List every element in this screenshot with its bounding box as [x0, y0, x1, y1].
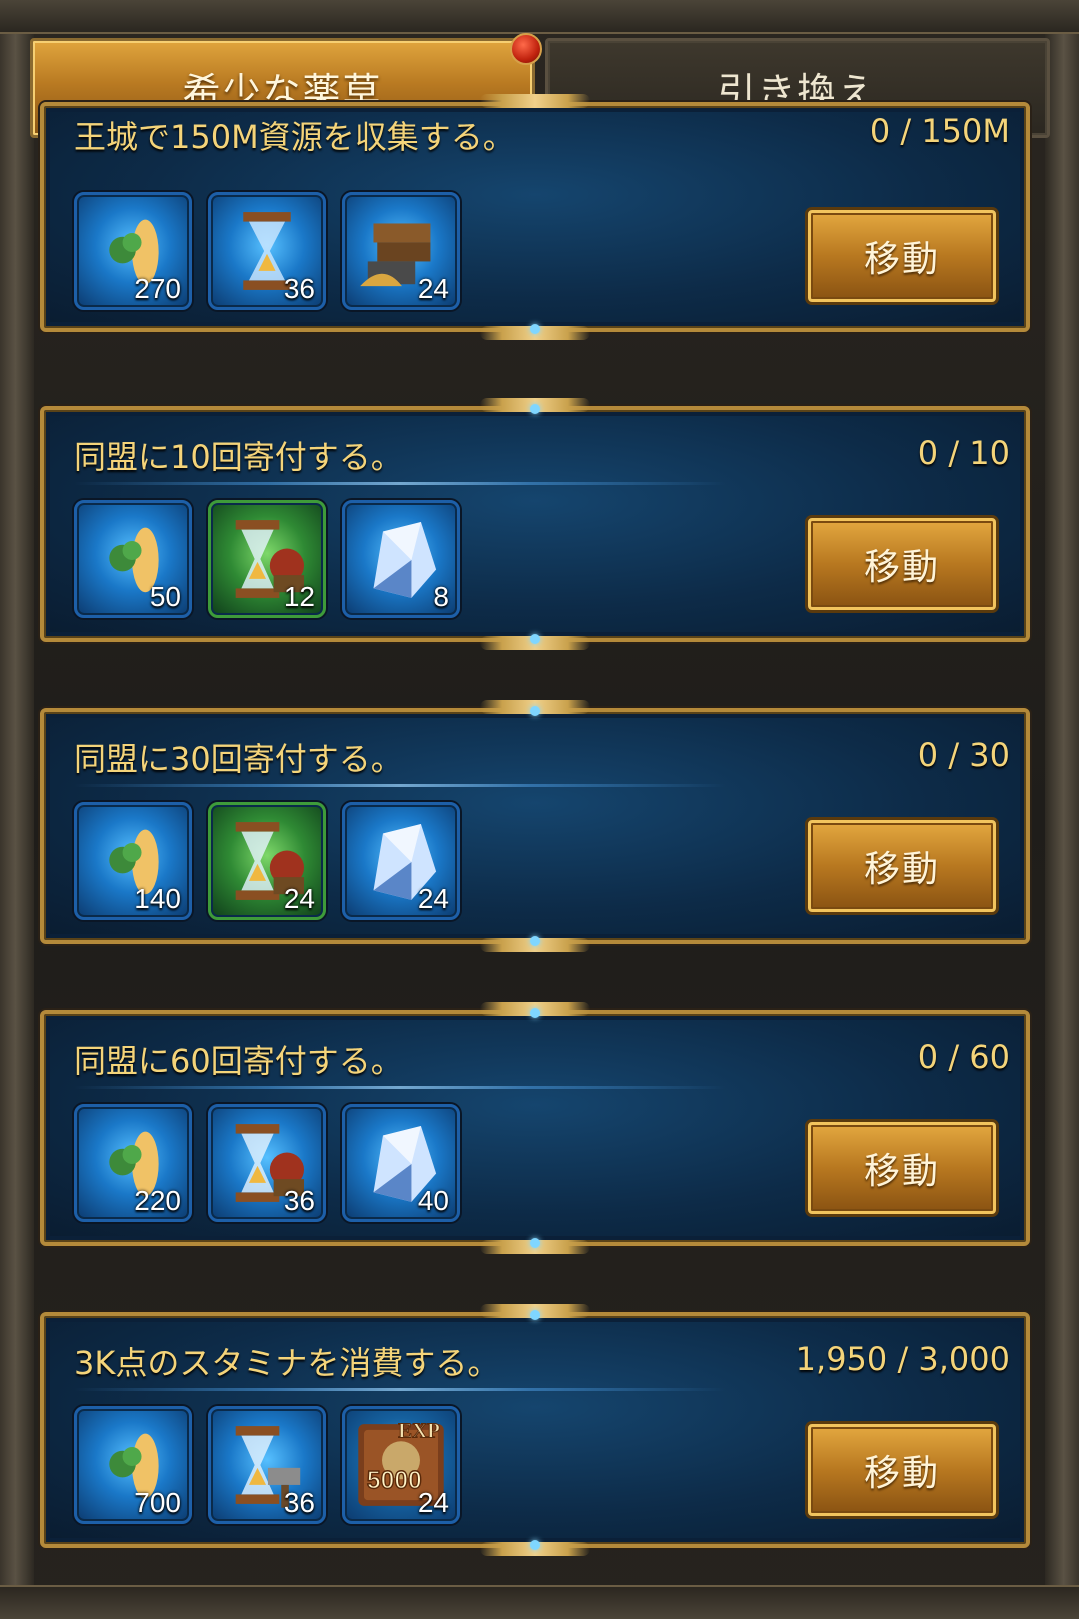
task-progress: 0 / 10 [917, 434, 1010, 472]
reward-item[interactable]: 220 [74, 1104, 192, 1222]
top-ornament [0, 0, 1079, 34]
reward-count: 24 [417, 1487, 449, 1518]
reward-count: 220 [134, 1185, 181, 1216]
move-button[interactable]: 移動 [808, 210, 996, 302]
reward-count: 8 [433, 581, 449, 612]
reward-list: 220 36 40 [74, 1104, 460, 1222]
task-title: 同盟に60回寄付する。 [74, 1042, 403, 1080]
reward-count: 50 [149, 581, 181, 612]
reward-count: 24 [417, 273, 449, 304]
reward-item[interactable]: 36 [208, 1406, 326, 1524]
task-card: 同盟に10回寄付する。 0 / 10 50 12 8 移動 [40, 398, 1030, 650]
card-gem [530, 1238, 540, 1248]
title-divider [74, 1086, 726, 1089]
reward-item[interactable]: 24 [342, 802, 460, 920]
bottom-ornament [0, 1585, 1079, 1619]
title-divider [74, 1388, 726, 1391]
reward-count: 36 [283, 1487, 315, 1518]
exp-label: EXP [398, 1418, 440, 1442]
task-progress: 0 / 150M [869, 112, 1010, 150]
reward-item[interactable]: 700 [74, 1406, 192, 1524]
reward-count: 36 [283, 1185, 315, 1216]
reward-item[interactable]: 50 [74, 500, 192, 618]
task-progress: 1,950 / 3,000 [795, 1340, 1010, 1378]
card-gem [530, 1540, 540, 1550]
task-title: 同盟に30回寄付する。 [74, 740, 403, 778]
reward-item[interactable]: 36 [208, 192, 326, 310]
reward-item[interactable]: 8 [342, 500, 460, 618]
notification-badge [510, 33, 542, 65]
reward-count: 700 [134, 1487, 181, 1518]
reward-list: 50 12 8 [74, 500, 460, 618]
right-frame [1045, 0, 1079, 1619]
left-frame [0, 0, 34, 1619]
reward-item[interactable]: EXP 5000 24 [342, 1406, 460, 1524]
reward-count: 24 [417, 883, 449, 914]
task-card: 同盟に30回寄付する。 0 / 30 140 24 24 移動 [40, 700, 1030, 952]
reward-item[interactable]: 24 [342, 192, 460, 310]
reward-item[interactable]: 36 [208, 1104, 326, 1222]
reward-item[interactable]: 24 [208, 802, 326, 920]
title-divider [74, 482, 726, 485]
move-button[interactable]: 移動 [808, 1424, 996, 1516]
task-progress: 0 / 30 [917, 736, 1010, 774]
task-card: 同盟に60回寄付する。 0 / 60 220 36 40 移動 [40, 1002, 1030, 1254]
title-divider [74, 784, 726, 787]
reward-item[interactable]: 40 [342, 1104, 460, 1222]
reward-count: 12 [283, 581, 315, 612]
move-button[interactable]: 移動 [808, 820, 996, 912]
reward-count: 36 [283, 273, 315, 304]
reward-item[interactable]: 270 [74, 192, 192, 310]
task-title: 3K点のスタミナを消費する。 [74, 1344, 500, 1382]
exp-value: 5000 [367, 1468, 422, 1495]
task-title: 同盟に10回寄付する。 [74, 438, 403, 476]
reward-item[interactable]: 12 [208, 500, 326, 618]
card-gem [530, 706, 540, 716]
reward-list: 270 36 24 [74, 192, 460, 310]
task-card: 3K点のスタミナを消費する。 1,950 / 3,000 700 36 EXP … [40, 1304, 1030, 1556]
task-card: 王城で150M資源を収集する。 0 / 150M 270 36 24 移動 [40, 94, 1030, 340]
task-progress: 0 / 60 [917, 1038, 1010, 1076]
card-gem [530, 1008, 540, 1018]
reward-list: 700 36 EXP 5000 24 [74, 1406, 460, 1524]
move-button[interactable]: 移動 [808, 1122, 996, 1214]
card-gem [530, 404, 540, 414]
reward-count: 140 [134, 883, 181, 914]
reward-count: 270 [134, 273, 181, 304]
card-gem [530, 634, 540, 644]
reward-list: 140 24 24 [74, 802, 460, 920]
card-gem [530, 1310, 540, 1320]
card-gem [530, 936, 540, 946]
card-gem [530, 324, 540, 334]
reward-item[interactable]: 140 [74, 802, 192, 920]
reward-count: 40 [417, 1185, 449, 1216]
move-button[interactable]: 移動 [808, 518, 996, 610]
reward-count: 24 [283, 883, 315, 914]
task-title: 王城で150M資源を収集する。 [74, 118, 515, 156]
